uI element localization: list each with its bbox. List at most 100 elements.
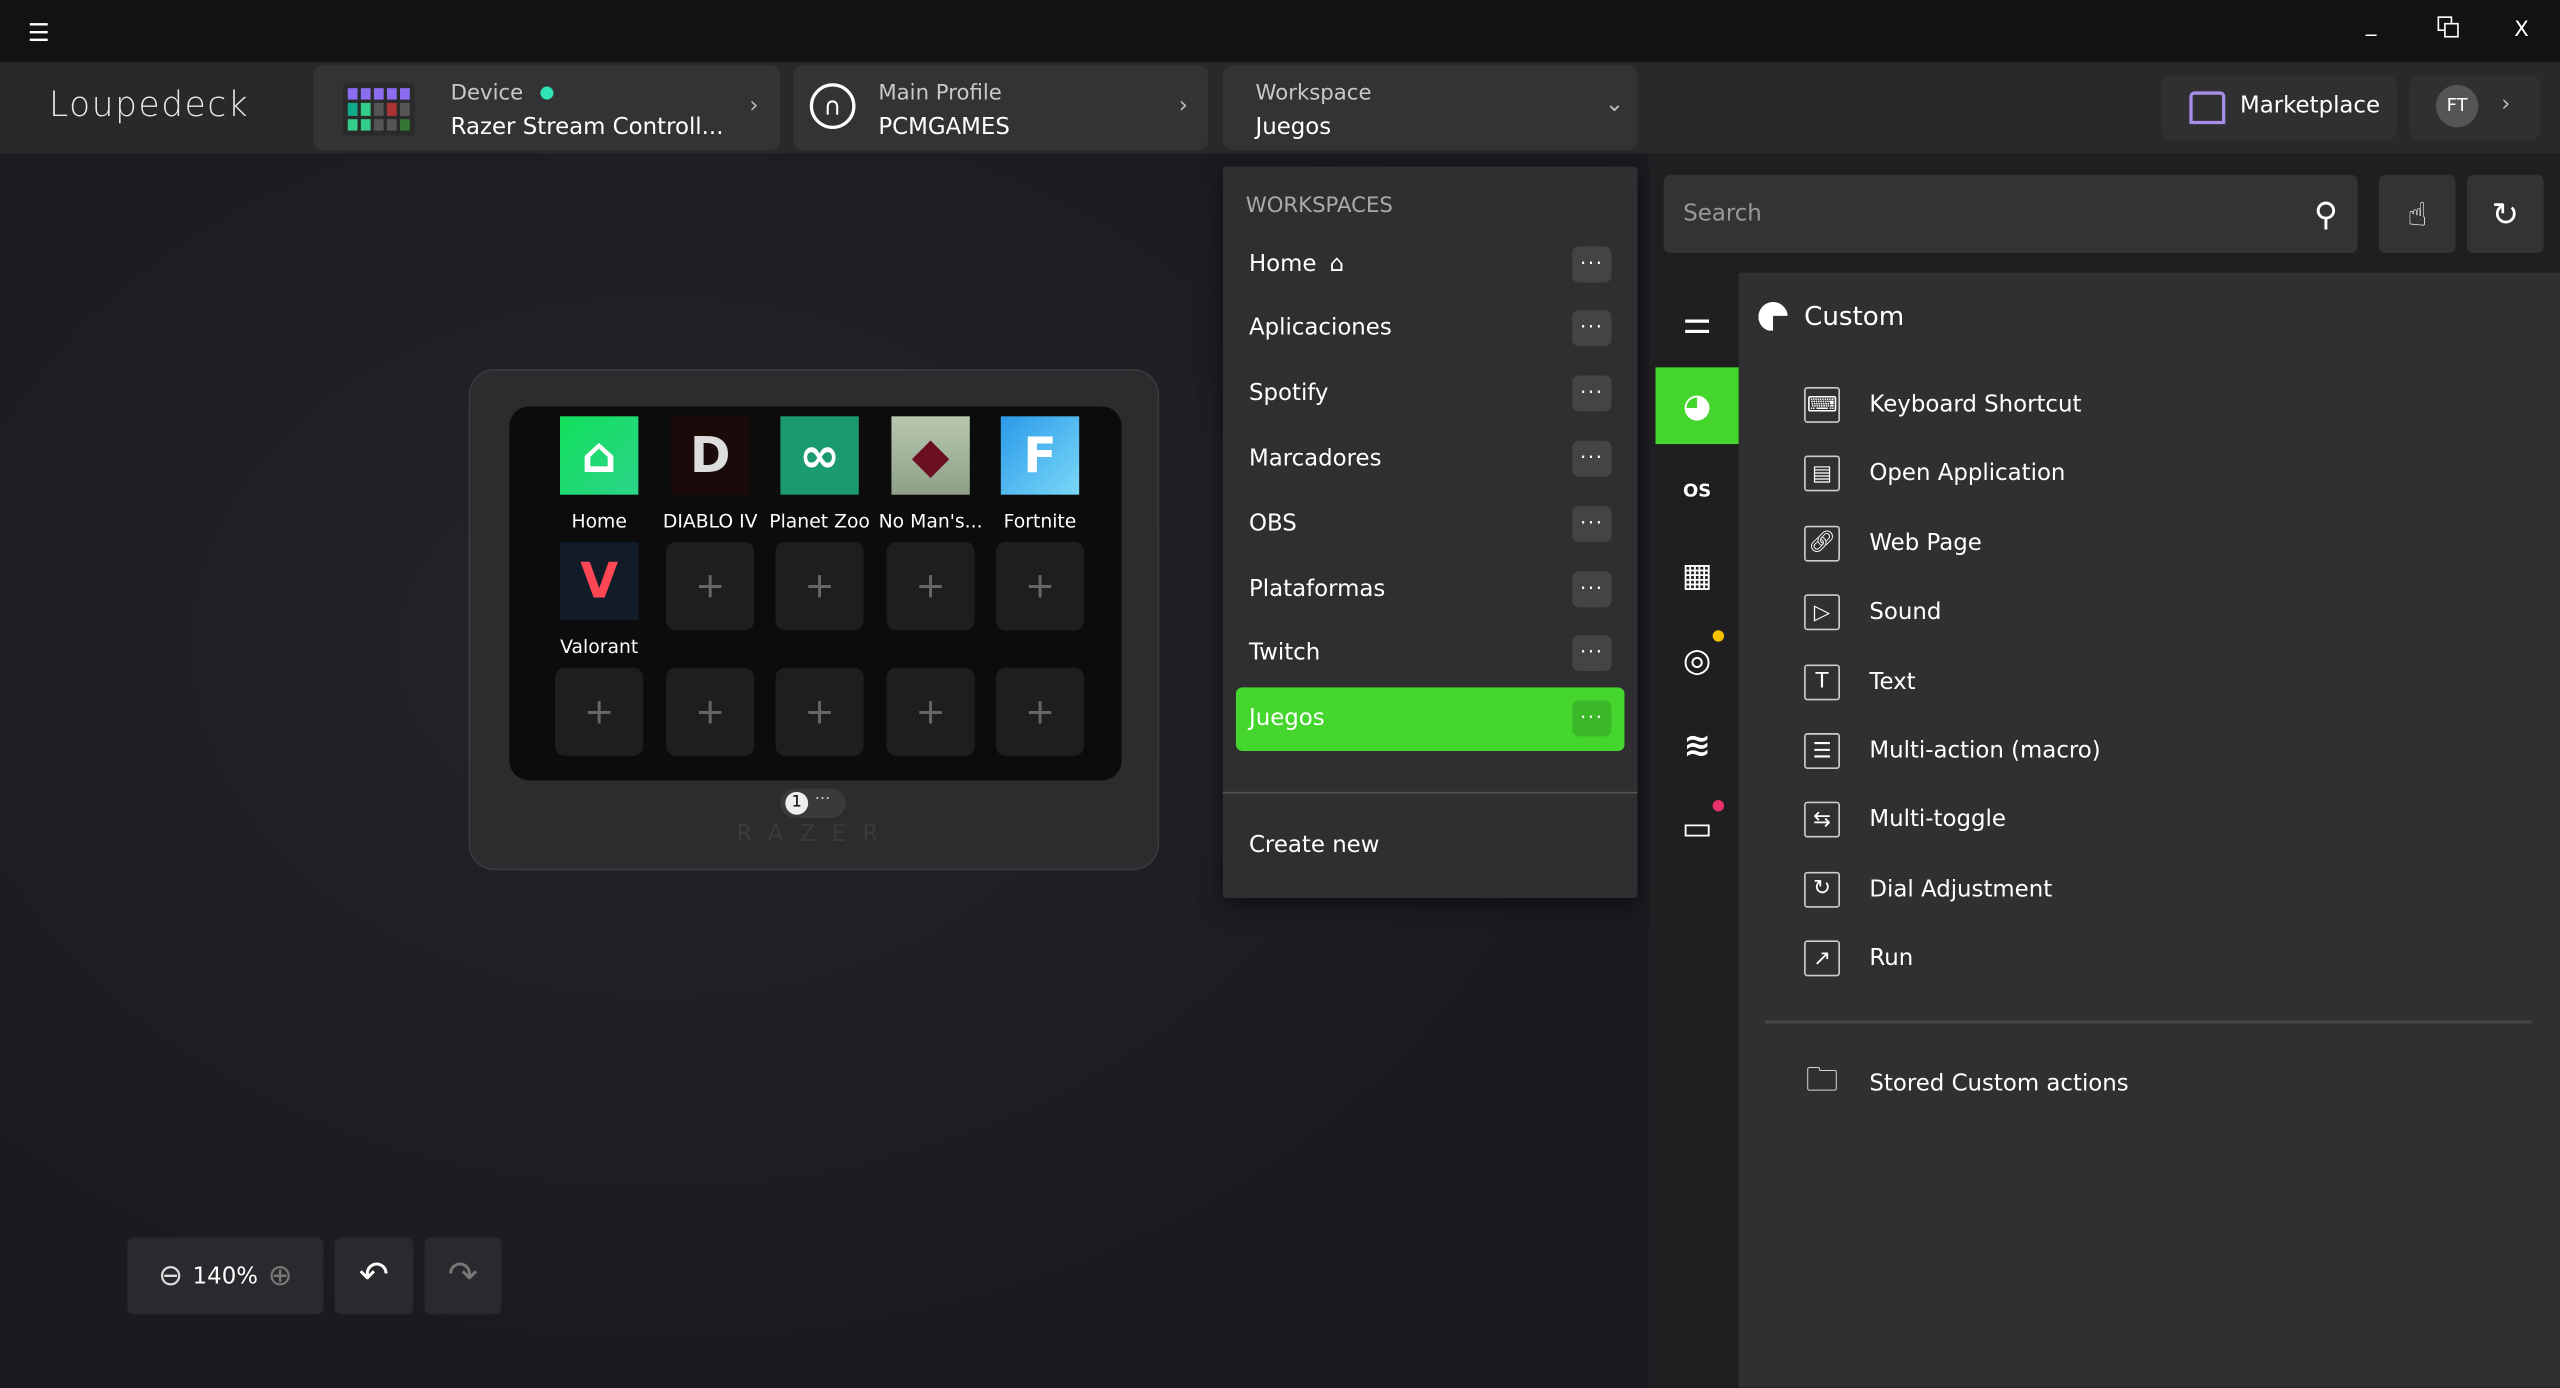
workspace-label: Workspace (1255, 81, 1372, 107)
workspace-options-button[interactable]: ··· (1572, 310, 1612, 347)
category-sidebar: ⚌ ◕ OS ▦ ◎ ≋ ▭ (1648, 272, 1739, 1388)
spotify-icon[interactable]: ≋ (1656, 705, 1739, 782)
workspace-item[interactable]: Juegos ··· (1235, 686, 1625, 751)
custom-icon[interactable]: ◕ (1655, 367, 1739, 444)
obs-icon[interactable]: ◎ (1656, 621, 1739, 698)
search-icon[interactable]: ⚲ (2314, 194, 2338, 233)
marketplace-button[interactable]: Marketplace (2161, 75, 2397, 141)
custom-action-item[interactable]: T Text (1804, 663, 1916, 700)
diablo-icon[interactable]: D (671, 416, 750, 495)
settings-sliders-icon[interactable]: ⚌ (1656, 282, 1739, 359)
empty-key-add-button[interactable]: + (775, 667, 864, 756)
stored-custom-actions[interactable]: 🗀 Stored Custom actions (1804, 1060, 2129, 1102)
workspace-item[interactable]: Plataformas ··· (1236, 557, 1625, 621)
workspace-label: Plataformas (1248, 575, 1386, 602)
zoom-level: 140% (192, 1262, 258, 1289)
divider (1222, 791, 1638, 794)
device-thumbnail (342, 83, 415, 136)
no-mans-sky-icon[interactable]: ◆ (891, 416, 970, 495)
stream-controller-device: ⌂ Home D DIABLO IV ∞ Planet Zoo ◆ No Man's... F F… (468, 368, 1160, 871)
undo-button[interactable]: ↶ (334, 1237, 414, 1315)
workspace-selector[interactable]: Workspace Juegos ⌄ (1222, 65, 1638, 151)
workspace-item[interactable]: Home ⌂ ··· (1236, 232, 1625, 296)
empty-key-add-button[interactable]: + (886, 667, 975, 756)
custom-action-item[interactable]: 🔗︎ Web Page (1804, 525, 1982, 562)
custom-action-item[interactable]: ↗ Run (1804, 940, 1914, 977)
touch-mode-button[interactable]: ☝ (2378, 174, 2456, 254)
zoom-control: ⊖ 140% ⊕ (127, 1237, 324, 1315)
marketplace-label: Marketplace (2239, 93, 2381, 120)
search-placeholder: Search (1683, 200, 1762, 227)
profile-selector[interactable]: ∩ Main Profile PCMGAMES › (793, 65, 1209, 151)
restore-icon[interactable] (2437, 16, 2461, 39)
item-label: Dial Adjustment (1869, 876, 2053, 903)
page-more-button[interactable]: ··· (815, 790, 831, 808)
hamburger-icon[interactable]: ☰ (28, 18, 50, 47)
workspace-options-button[interactable]: ··· (1572, 375, 1612, 412)
refresh-button[interactable]: ↻ (2466, 174, 2544, 254)
empty-key-add-button[interactable]: + (666, 542, 755, 631)
zoom-out-icon[interactable]: ⊖ (158, 1259, 183, 1293)
custom-action-item[interactable]: ↻ Dial Adjustment (1804, 871, 2053, 908)
profile-name: PCMGAMES (878, 114, 1010, 141)
play-icon: ▷ (1804, 594, 1840, 631)
search-input[interactable]: Search ⚲ (1663, 174, 2358, 254)
workspace-options-button[interactable]: ··· (1572, 700, 1612, 737)
empty-key-add-button[interactable]: + (886, 542, 975, 631)
close-button[interactable]: X (2514, 18, 2529, 42)
twitch-icon[interactable]: ▭ (1656, 790, 1739, 867)
workspace-item[interactable]: Twitch ··· (1236, 622, 1625, 686)
home-icon[interactable]: ⌂ (559, 416, 639, 495)
workspace-label: Spotify (1248, 380, 1329, 407)
custom-action-item[interactable]: ▤ Open Application (1804, 456, 2065, 493)
key-label: Fortnite (1003, 509, 1077, 533)
key-label: Planet Zoo (769, 509, 870, 533)
hand-pointer-icon: ☝ (2407, 194, 2428, 234)
workspace-options-button[interactable]: ··· (1572, 440, 1612, 477)
run-icon: ↗ (1804, 940, 1840, 977)
redo-button[interactable]: ↷ (424, 1237, 502, 1315)
empty-key-add-button[interactable]: + (555, 667, 644, 756)
empty-key-add-button[interactable]: + (995, 667, 1085, 756)
workspace-options-button[interactable]: ··· (1572, 570, 1612, 607)
zoom-in-icon[interactable]: ⊕ (268, 1259, 293, 1293)
empty-key-add-button[interactable]: + (995, 542, 1085, 631)
device-name: Razer Stream Controll... (450, 114, 724, 141)
workspace-name: Juegos (1255, 114, 1332, 141)
workspace-options-button[interactable]: ··· (1572, 635, 1612, 672)
workspace-item[interactable]: Spotify ··· (1236, 362, 1625, 426)
connection-status-dot (540, 86, 554, 100)
custom-action-item[interactable]: ☰ Multi-action (macro) (1804, 733, 2101, 769)
keyboard-icon[interactable]: ▦ (1656, 536, 1739, 613)
workspace-item[interactable]: Aplicaciones ··· (1236, 297, 1625, 361)
workspace-item[interactable]: OBS ··· (1236, 492, 1625, 556)
fortnite-icon[interactable]: F (1000, 416, 1080, 495)
custom-icon (1758, 301, 1788, 331)
item-label: Run (1869, 945, 1914, 972)
profile-label: Main Profile (878, 81, 1002, 107)
workspace-item[interactable]: Marcadores ··· (1236, 427, 1625, 491)
minimize-button[interactable]: _ (2366, 13, 2377, 37)
custom-action-item[interactable]: ▷ Sound (1804, 594, 1942, 631)
planet-zoo-icon[interactable]: ∞ (780, 416, 859, 495)
page-indicator[interactable]: 1 ··· (780, 788, 846, 818)
workspace-options-button[interactable]: ··· (1572, 245, 1612, 282)
multi-action-icon: ☰ (1804, 733, 1840, 769)
device-selector[interactable]: Device Razer Stream Controll... › (313, 65, 781, 151)
workspaces-header: WORKSPACES (1245, 194, 1393, 219)
item-label: Multi-action (macro) (1869, 737, 2101, 765)
key-label: No Man's... (878, 509, 983, 533)
empty-key-add-button[interactable]: + (666, 667, 755, 756)
page-number: 1 (785, 791, 809, 815)
custom-action-item[interactable]: ⌨ Keyboard Shortcut (1804, 386, 2081, 423)
valorant-icon[interactable]: V (559, 542, 639, 621)
item-label: Sound (1869, 599, 1942, 626)
account-button[interactable]: FT › (2409, 75, 2541, 141)
create-new-workspace-button[interactable]: Create new (1249, 833, 1379, 859)
os-icon[interactable]: OS (1656, 452, 1739, 529)
divider (1764, 1020, 2533, 1024)
custom-action-item[interactable]: ⇆ Multi-toggle (1804, 802, 2006, 839)
actions-panel: Search ⚲ ☝ ↻ ⚌ ◕ OS ▦ ◎ ≋ ▭ Custom ⌨ Keyboard S… (1648, 153, 2560, 1388)
workspace-options-button[interactable]: ··· (1572, 505, 1612, 542)
empty-key-add-button[interactable]: + (775, 542, 864, 631)
